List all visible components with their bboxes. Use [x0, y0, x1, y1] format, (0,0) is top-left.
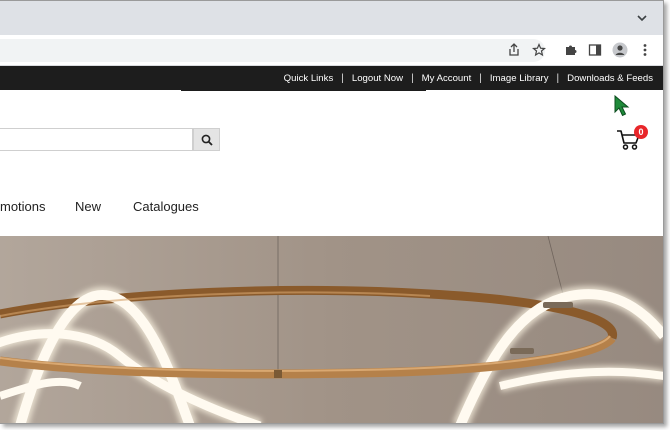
search-input[interactable]: [0, 128, 193, 151]
my-account-link[interactable]: My Account: [422, 73, 472, 84]
separator: |: [341, 72, 344, 84]
browser-toolbar: [0, 35, 663, 66]
share-icon[interactable]: [506, 42, 522, 58]
cart-count-badge: 0: [634, 125, 648, 139]
separator: |: [479, 72, 482, 84]
logout-link[interactable]: Logout Now: [352, 73, 403, 84]
separator: |: [556, 72, 560, 84]
browser-window: Quick Links | Logout Now | My Account | …: [0, 0, 664, 424]
search-button[interactable]: [193, 128, 220, 151]
star-icon[interactable]: [531, 42, 547, 58]
hero-banner-image: [0, 236, 663, 423]
chevron-down-icon[interactable]: [635, 11, 649, 25]
topbar-links: Quick Links | Logout Now | My Account | …: [284, 66, 653, 90]
sidepanel-icon[interactable]: [587, 42, 603, 58]
browser-titlebar: [0, 1, 663, 35]
image-library-link[interactable]: Image Library: [490, 73, 549, 84]
profile-icon[interactable]: [612, 42, 628, 58]
mouse-cursor-icon: [614, 95, 630, 117]
quick-links-link[interactable]: Quick Links: [284, 73, 334, 84]
search-icon: [201, 134, 213, 146]
separator: |: [411, 72, 414, 84]
site-topbar: Quick Links | Logout Now | My Account | …: [0, 66, 663, 90]
kebab-menu-icon[interactable]: [637, 42, 653, 58]
downloads-feeds-link[interactable]: Downloads & Feeds: [567, 73, 653, 84]
nav-item-catalogues[interactable]: Catalogues: [133, 199, 199, 214]
puzzle-icon[interactable]: [563, 42, 579, 58]
nav-item-promotions[interactable]: motions: [0, 199, 46, 214]
chandelier-image: [0, 236, 663, 423]
address-bar[interactable]: [0, 39, 545, 62]
nav-item-new[interactable]: New: [75, 199, 101, 214]
topbar-underline: [181, 89, 426, 91]
